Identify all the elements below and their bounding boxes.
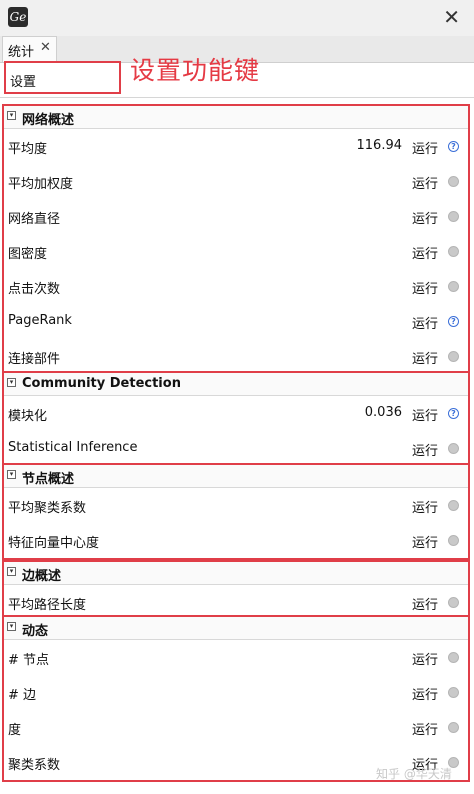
stat-label: 模块化 (8, 409, 48, 424)
run-button[interactable]: 运行 (412, 138, 438, 157)
stat-label: 平均加权度 (8, 177, 74, 192)
stat-row-node-count: # 节点 运行 (4, 640, 468, 675)
stat-label: # 边 (8, 688, 37, 703)
info-icon[interactable] (448, 281, 459, 292)
stat-row-avg-clustering-coefficient: 平均聚类系数 运行 (4, 488, 468, 523)
section-title: 动态 (22, 624, 49, 639)
stat-label: # 节点 (8, 653, 50, 668)
collapse-toggle-icon[interactable]: ▾ (7, 470, 16, 479)
stat-row-graph-density: 图密度 运行 (4, 234, 468, 269)
stat-row-statistical-inference: Statistical Inference 运行 (4, 431, 468, 466)
info-icon[interactable] (448, 443, 459, 454)
section-edge-overview: ▾ 边概述 平均路径长度 运行 (2, 560, 470, 622)
stat-label: 特征向量中心度 (8, 536, 100, 551)
stat-row-edge-count: # 边 运行 (4, 675, 468, 710)
info-icon[interactable] (448, 535, 459, 546)
collapse-toggle-icon[interactable]: ▾ (7, 378, 16, 387)
run-button[interactable]: 运行 (412, 173, 438, 192)
run-button[interactable]: 运行 (412, 278, 438, 297)
section-network-overview: ▾ 网络概述 平均度 116.94 运行 ? 平均加权度 运行 网络直径 运行 … (2, 104, 470, 376)
info-icon[interactable] (448, 351, 459, 362)
stat-label: 平均度 (8, 142, 48, 157)
stat-label: 网络直径 (8, 212, 61, 227)
section-header[interactable]: ▾ 节点概述 (4, 465, 468, 488)
help-icon[interactable]: ? (448, 316, 459, 327)
collapse-toggle-icon[interactable]: ▾ (7, 567, 16, 576)
run-button[interactable]: 运行 (412, 719, 438, 738)
section-header[interactable]: ▾ 动态 (4, 617, 468, 640)
divider (0, 97, 474, 98)
run-button[interactable]: 运行 (412, 594, 438, 613)
run-button[interactable]: 运行 (412, 313, 438, 332)
stat-label: 点击次数 (8, 282, 61, 297)
stat-row-network-diameter: 网络直径 运行 (4, 199, 468, 234)
section-header[interactable]: ▾ Community Detection (4, 373, 468, 396)
run-button[interactable]: 运行 (412, 649, 438, 668)
stat-label: 图密度 (8, 247, 48, 262)
info-icon[interactable] (448, 597, 459, 608)
stat-label: PageRank (8, 313, 72, 328)
stat-row-weighted-degree: 平均加权度 运行 (4, 164, 468, 199)
stat-label: 度 (8, 723, 22, 738)
app-logo-icon: Ge (8, 7, 28, 27)
info-icon[interactable] (448, 211, 459, 222)
run-button[interactable]: 运行 (412, 497, 438, 516)
info-icon[interactable] (448, 652, 459, 663)
stat-row-hits: 点击次数 运行 (4, 269, 468, 304)
tab-close-icon[interactable]: ✕ (40, 40, 51, 55)
section-node-overview: ▾ 节点概述 平均聚类系数 运行 特征向量中心度 运行 (2, 463, 470, 560)
stat-row-modularity: 模块化 0.036 运行 ? (4, 396, 468, 431)
run-button[interactable]: 运行 (412, 405, 438, 424)
window-close-button[interactable]: ✕ (443, 6, 460, 28)
settings-button[interactable]: 设置 (4, 61, 121, 94)
stat-label: Statistical Inference (8, 440, 138, 455)
section-title: 边概述 (22, 569, 62, 584)
window-titlebar: Ge ✕ (0, 0, 474, 36)
stat-row-eigenvector-centrality: 特征向量中心度 运行 (4, 523, 468, 558)
section-dynamic: ▾ 动态 # 节点 运行 # 边 运行 度 运行 聚类系数 运行 (2, 615, 470, 782)
section-header[interactable]: ▾ 网络概述 (4, 106, 468, 129)
section-header[interactable]: ▾ 边概述 (4, 562, 468, 585)
stat-value: 116.94 (356, 138, 403, 153)
stat-row-pagerank: PageRank 运行 ? (4, 304, 468, 339)
stat-row-connected-components: 连接部件 运行 (4, 339, 468, 374)
run-button[interactable]: 运行 (412, 208, 438, 227)
stat-value: 0.036 (364, 405, 402, 420)
run-button[interactable]: 运行 (412, 532, 438, 551)
help-icon[interactable]: ? (448, 141, 459, 152)
section-title: Community Detection (22, 376, 181, 391)
stat-label: 平均路径长度 (8, 598, 87, 613)
stat-row-degree: 度 运行 (4, 710, 468, 745)
tab-label: 统计 (8, 45, 35, 60)
run-button[interactable]: 运行 (412, 348, 438, 367)
run-button[interactable]: 运行 (412, 440, 438, 459)
run-button[interactable]: 运行 (412, 684, 438, 703)
info-icon[interactable] (448, 687, 459, 698)
section-title: 网络概述 (22, 113, 75, 128)
stat-label: 连接部件 (8, 352, 61, 367)
stat-label: 平均聚类系数 (8, 501, 87, 516)
watermark-text: 知乎 @华天清 (376, 767, 452, 781)
info-icon[interactable] (448, 246, 459, 257)
info-icon[interactable] (448, 500, 459, 511)
help-icon[interactable]: ? (448, 408, 459, 419)
collapse-toggle-icon[interactable]: ▾ (7, 111, 16, 120)
collapse-toggle-icon[interactable]: ▾ (7, 622, 16, 631)
section-community-detection: ▾ Community Detection 模块化 0.036 运行 ? Sta… (2, 371, 470, 468)
section-title: 节点概述 (22, 472, 75, 487)
stat-label: 聚类系数 (8, 758, 61, 773)
info-icon[interactable] (448, 176, 459, 187)
annotation-text: 设置功能键 (130, 56, 261, 85)
info-icon[interactable] (448, 722, 459, 733)
tab-statistics[interactable]: 统计 ✕ (2, 36, 57, 62)
stat-row-average-degree: 平均度 116.94 运行 ? (4, 129, 468, 164)
settings-label: 设置 (10, 75, 37, 90)
run-button[interactable]: 运行 (412, 243, 438, 262)
